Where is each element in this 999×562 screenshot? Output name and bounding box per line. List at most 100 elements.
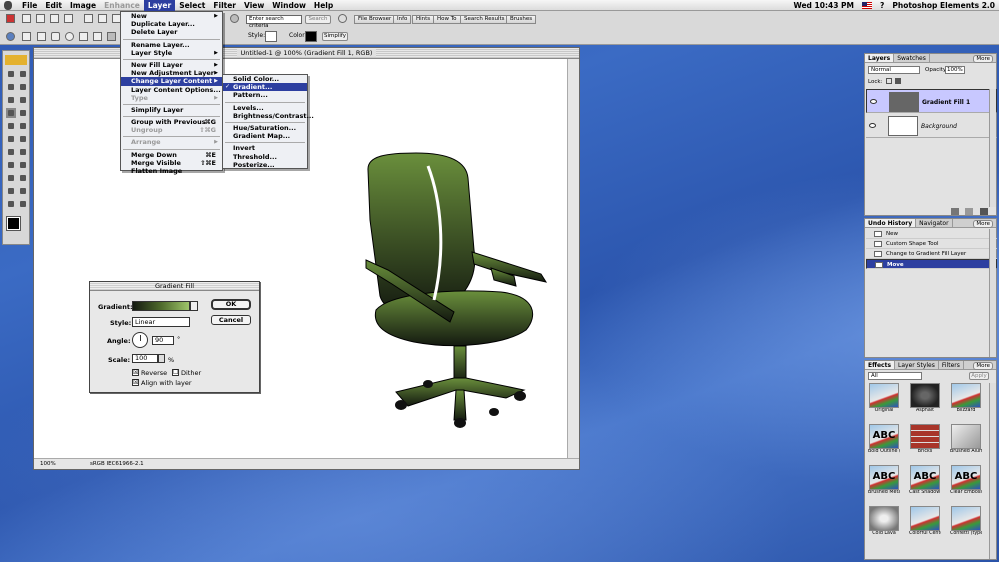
smudge-tool-icon[interactable] [18,186,28,196]
effect-thumbnail-colorful-center[interactable]: Colorful Center [909,506,941,539]
effect-thumbnail-cold-lava[interactable]: Cold Lava [868,506,900,539]
layers-scrollbar[interactable] [989,89,996,207]
menu-image[interactable]: Image [66,0,100,11]
menu-item-new[interactable]: New ▶ [121,12,222,20]
history-item-current[interactable]: Move [866,259,997,269]
menu-item-ungroup[interactable]: Ungroup ⇧⌘G [121,126,222,134]
document-title-bar[interactable]: Untitled-1 @ 100% (Gradient Fill 1, RGB) [34,48,579,59]
lasso-tool-icon[interactable] [6,82,16,92]
menu-item-group-with-previous[interactable]: Group with Previous ⌘G [121,118,222,126]
cancel-button[interactable]: Cancel [211,315,251,325]
tab-search-results[interactable]: Search Results [460,15,509,24]
menu-filter[interactable]: Filter [209,0,240,11]
tab-layers[interactable]: Layers [865,54,895,62]
browse-icon[interactable] [50,14,59,23]
pencil-tool-icon[interactable] [18,134,28,144]
dodge-tool-icon[interactable] [18,173,28,183]
clock[interactable]: Wed 10:43 PM [793,0,854,11]
search-input[interactable]: Enter search criteria [246,15,302,29]
custom-shape-tool-icon[interactable] [6,32,15,41]
scale-input[interactable]: 100 [132,354,158,363]
style-picker[interactable] [265,31,277,42]
ellipse-tool-icon[interactable] [65,32,74,41]
apply-button[interactable]: Apply [969,372,989,380]
tab-info[interactable]: Info [393,15,412,24]
menu-item-arrange[interactable]: Arrange ▶ [121,138,222,146]
history-scrollbar[interactable] [989,229,996,357]
move-tool-icon[interactable] [18,69,28,79]
eraser-tool-icon[interactable] [6,147,16,157]
menu-item-invert[interactable]: Invert [223,144,307,152]
rounded-rectangle-tool-icon[interactable] [51,32,60,41]
new-shape-area-icon[interactable] [22,32,31,41]
tab-effects[interactable]: Effects [865,361,896,369]
menu-item-flatten-image[interactable]: Flatten Image [121,167,222,175]
menu-item-merge-visible[interactable]: Merge Visible ⇧⌘E [121,159,222,167]
search-button[interactable]: Search [305,15,331,24]
zoom-level[interactable]: 100% [40,459,56,469]
menu-item-posterize[interactable]: Posterize... [223,161,307,169]
tab-file-browser[interactable]: File Browser [354,15,396,24]
custom-shape-icon[interactable] [107,32,116,41]
help-icon[interactable]: ? [880,0,884,11]
lock-transparency-icon[interactable] [886,78,892,84]
menu-item-change-layer-content[interactable]: Change Layer Content ▶ [121,77,222,86]
menu-item-duplicate-layer[interactable]: Duplicate Layer... [121,20,222,28]
menu-item-brightness-contrast[interactable]: Brightness/Contrast... [223,112,314,120]
menu-item-gradient[interactable]: Gradient... ✓ [223,83,307,92]
menu-edit[interactable]: Edit [41,0,66,11]
effect-thumbnail-asphalt[interactable]: Asphalt [909,383,941,416]
lock-all-icon[interactable] [895,78,901,84]
adobe-logo-icon[interactable] [6,14,15,23]
save-icon[interactable] [84,14,93,23]
history-item[interactable]: Custom Shape Tool [866,239,997,249]
menu-item-gradient-map[interactable]: Gradient Map... [223,132,307,140]
effect-thumbnail-cast-shadow[interactable]: ABCCast Shadow (... [909,465,941,498]
new-file-icon[interactable] [22,14,31,23]
rectangle-tool-icon[interactable] [37,32,46,41]
foreground-color-swatch[interactable] [6,216,21,231]
scale-slider-button[interactable] [158,354,165,363]
menu-file[interactable]: File [18,0,41,11]
new-adjustment-layer-icon[interactable] [951,208,959,215]
open-file-icon[interactable] [36,14,45,23]
print-icon[interactable] [98,14,107,23]
eyedropper-tool-icon[interactable] [6,95,16,105]
effect-thumbnail-confetti-type[interactable]: Confetti (type) [950,506,982,539]
menu-item-levels[interactable]: Levels... [223,104,307,112]
tab-brushes[interactable]: Brushes [506,15,537,24]
gradient-tool-icon[interactable] [18,121,28,131]
menu-item-delete-layer[interactable]: Delete Layer [121,28,222,36]
menu-help[interactable]: Help [310,0,337,11]
zoom-tool-icon[interactable] [18,199,28,209]
visibility-eye-icon[interactable] [869,123,876,128]
menu-item-new-adjustment-layer[interactable]: New Adjustment Layer ▶ [121,69,222,77]
menu-item-merge-down[interactable]: Merge Down ⌘E [121,151,222,159]
layers-more-button[interactable]: More [973,55,993,63]
angle-dial[interactable] [132,332,148,348]
trash-icon[interactable] [980,208,988,215]
shape-tool-icon[interactable] [6,108,16,118]
tab-undo-history[interactable]: Undo History [865,219,917,227]
angle-input[interactable]: 90 [152,336,174,345]
sharpen-tool-icon[interactable] [18,160,28,170]
effect-thumbnail-blizzard[interactable]: Blizzard [950,383,982,416]
tab-layer-styles[interactable]: Layer Styles [895,361,939,369]
simplify-button[interactable]: Simplify [322,32,348,41]
menu-item-layer-content-options[interactable]: Layer Content Options... [121,86,222,94]
effect-thumbnail-bricks[interactable]: Bricks [909,424,941,457]
tab-filters[interactable]: Filters [939,361,964,369]
sponge-tool-icon[interactable] [6,173,16,183]
layer-row-gradient-fill[interactable]: Gradient Fill 1 [866,89,997,113]
effect-thumbnail-bold-outline-t[interactable]: ABCBold Outline (t... [868,424,900,457]
hand-tool-icon[interactable] [6,199,16,209]
tab-how-to[interactable]: How To [433,15,461,24]
history-item[interactable]: New [866,229,997,239]
style-select[interactable]: Linear [132,317,190,327]
effect-thumbnail-original[interactable]: Original [868,383,900,416]
menu-enhance[interactable]: Enhance [100,0,144,11]
menu-item-layer-style[interactable]: Layer Style ▶ [121,49,222,57]
effects-more-button[interactable]: More [973,362,993,370]
gradient-dropdown[interactable] [190,301,198,311]
magic-wand-tool-icon[interactable] [18,82,28,92]
